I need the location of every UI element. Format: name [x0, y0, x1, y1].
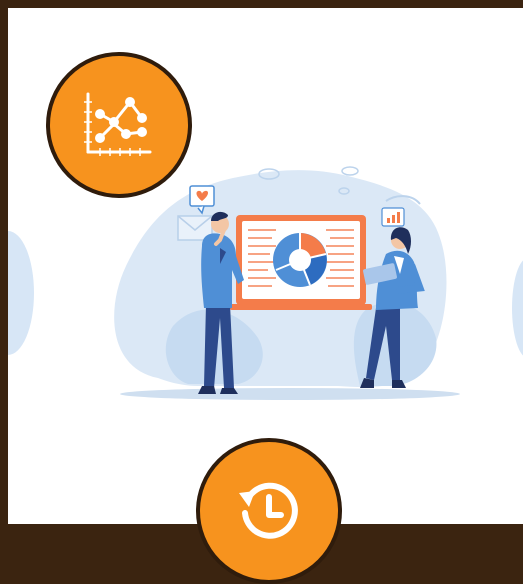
history-icon — [239, 482, 298, 539]
line-chart-icon — [84, 92, 152, 156]
line-chart-badge — [46, 52, 192, 198]
history-button[interactable] — [196, 438, 342, 584]
